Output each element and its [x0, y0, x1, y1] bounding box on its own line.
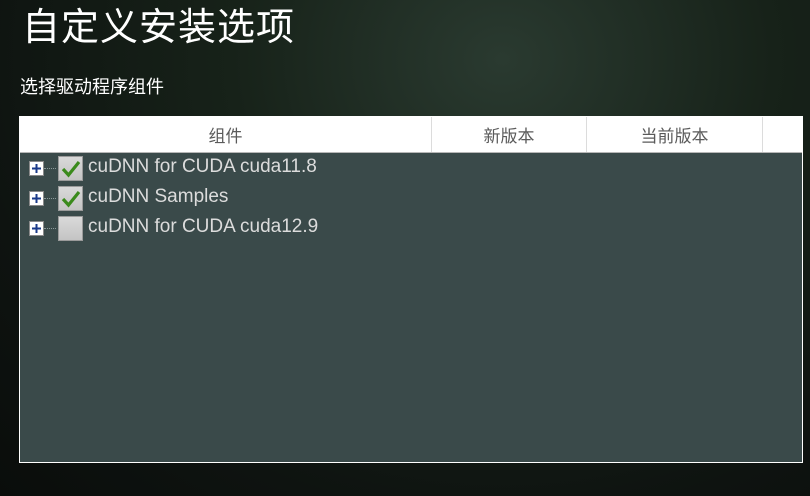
component-checkbox[interactable]	[58, 186, 83, 211]
page-title: 自定义安装选项	[22, 5, 296, 49]
column-header-extra	[763, 117, 802, 152]
checkmark-icon	[61, 160, 81, 178]
table-row[interactable]: cuDNN for CUDA cuda11.8	[20, 153, 802, 183]
expand-plus-icon[interactable]	[29, 161, 44, 176]
table-row[interactable]: cuDNN for CUDA cuda12.9	[20, 213, 802, 243]
tree-rows: cuDNN for CUDA cuda11.8 cuDNN Samples cu…	[20, 153, 802, 243]
component-label: cuDNN Samples	[88, 186, 229, 207]
component-checkbox[interactable]	[58, 216, 83, 241]
column-header-component[interactable]: 组件	[20, 117, 432, 152]
expand-plus-icon[interactable]	[29, 221, 44, 236]
table-header: 组件 新版本 当前版本	[20, 117, 802, 153]
component-checkbox[interactable]	[58, 156, 83, 181]
component-label: cuDNN for CUDA cuda11.8	[88, 156, 317, 177]
component-label: cuDNN for CUDA cuda12.9	[88, 216, 319, 237]
tree-connector	[44, 168, 56, 169]
checkmark-icon	[61, 190, 81, 208]
column-header-new-version[interactable]: 新版本	[432, 117, 587, 152]
tree-connector	[44, 228, 56, 229]
components-tree-table: 组件 新版本 当前版本 cuDNN for CUDA cuda11.8 cuDN…	[19, 116, 803, 463]
column-header-current-version[interactable]: 当前版本	[587, 117, 763, 152]
table-row[interactable]: cuDNN Samples	[20, 183, 802, 213]
tree-connector	[44, 198, 56, 199]
expand-plus-icon[interactable]	[29, 191, 44, 206]
page-subtitle: 选择驱动程序组件	[20, 77, 164, 98]
